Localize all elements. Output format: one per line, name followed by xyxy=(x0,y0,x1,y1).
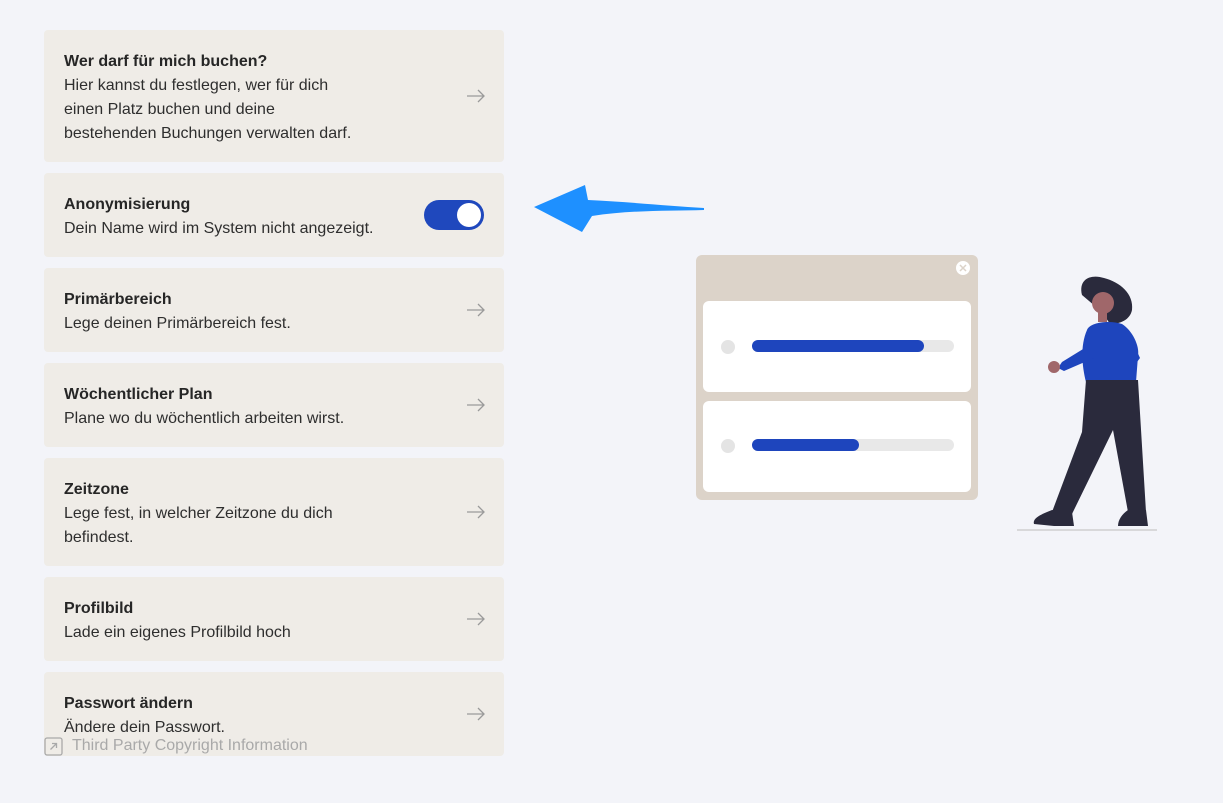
setting-title: Wer darf für mich buchen? xyxy=(64,53,268,70)
setting-booking-delegation[interactable]: Wer darf für mich buchen? Hier kannst du… xyxy=(44,30,504,162)
setting-timezone[interactable]: Zeitzone Lege fest, in welcher Zeitzone … xyxy=(44,458,504,566)
arrow-right-icon xyxy=(466,505,486,519)
anonymization-toggle[interactable] xyxy=(424,200,484,230)
third-party-copyright-link[interactable]: Third Party Copyright Information xyxy=(44,735,308,757)
setting-description: Lade ein eigenes Profilbild hoch xyxy=(64,624,291,641)
setting-description: Hier kannst du festlegen, wer für dich e… xyxy=(64,77,352,142)
settings-list: Wer darf für mich buchen? Hier kannst du… xyxy=(44,30,504,767)
setting-title: Zeitzone xyxy=(64,481,129,498)
setting-description: Lege fest, in welcher Zeitzone du dich b… xyxy=(64,505,333,546)
third-party-link-label: Third Party Copyright Information xyxy=(72,737,308,754)
progress-bar-fill xyxy=(752,439,859,451)
toggle-knob xyxy=(457,203,481,227)
setting-weekly-plan[interactable]: Wöchentlicher Plan Plane wo du wöchentli… xyxy=(44,363,504,447)
arrow-right-icon xyxy=(466,707,486,721)
arrow-right-icon xyxy=(466,89,486,103)
progress-bar-fill xyxy=(752,340,924,352)
setting-description: Plane wo du wöchentlich arbeiten wirst. xyxy=(64,410,345,427)
setting-title: Primärbereich xyxy=(64,291,172,308)
dialog-illustration xyxy=(696,255,978,500)
setting-description: Dein Name wird im System nicht angezeigt… xyxy=(64,220,374,237)
illustration xyxy=(696,255,1157,531)
arrow-right-icon xyxy=(466,303,486,317)
setting-title: Anonymisierung xyxy=(64,196,191,213)
setting-profile-picture[interactable]: Profilbild Lade ein eigenes Profilbild h… xyxy=(44,577,504,661)
external-link-icon xyxy=(44,736,63,756)
setting-title: Passwort ändern xyxy=(64,695,193,712)
setting-description: Lege deinen Primärbereich fest. xyxy=(64,315,291,332)
arrow-right-icon xyxy=(466,398,486,412)
annotation-arrow xyxy=(534,185,704,232)
arrow-right-icon xyxy=(466,612,486,626)
setting-title: Wöchentlicher Plan xyxy=(64,386,213,403)
setting-primary-area[interactable]: Primärbereich Lege deinen Primärbereich … xyxy=(44,268,504,352)
walking-person-illustration xyxy=(1017,276,1157,531)
setting-title: Profilbild xyxy=(64,600,134,617)
setting-anonymization: Anonymisierung Dein Name wird im System … xyxy=(44,173,504,257)
